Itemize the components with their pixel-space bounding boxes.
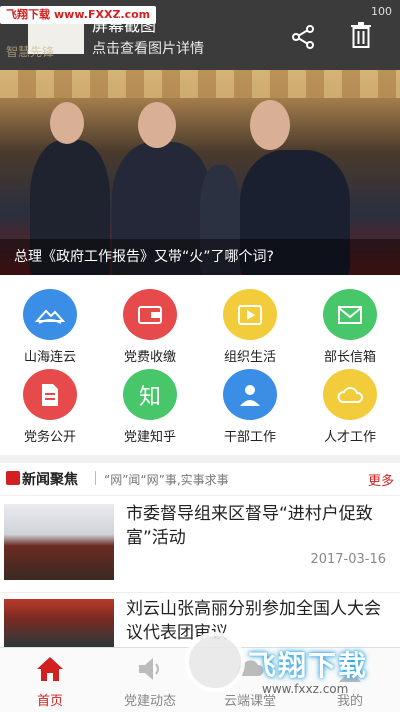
- grid-item-label: 部长信箱: [323, 350, 376, 365]
- hero-caption: 总理《政府工作报告》又带“火”了哪个词?: [0, 239, 400, 275]
- news-date: 2017-03-16: [310, 552, 386, 567]
- home-icon: [37, 657, 63, 681]
- speaker-icon: [139, 658, 159, 680]
- cloud-icon: [323, 369, 377, 420]
- grid-item-mailbox[interactable]: 部长信箱: [300, 285, 400, 365]
- section-divider: [0, 455, 400, 463]
- hero-banner[interactable]: 总理《政府工作报告》又带“火”了哪个词?: [0, 70, 400, 275]
- grid-item-label: 党建知乎: [123, 430, 176, 445]
- grid-item-label: 干部工作: [223, 430, 276, 445]
- grid-item-label: 党费收缴: [123, 350, 176, 365]
- news-headline: 市委督导组来区督导“进村户促致富”活动: [126, 504, 373, 548]
- wallet-icon: [123, 289, 177, 340]
- mountain-icon: [23, 289, 77, 340]
- play-icon: [223, 289, 277, 340]
- share-icon[interactable]: [290, 24, 316, 50]
- grid-item-dues[interactable]: 党费收缴: [100, 285, 200, 365]
- hero-figure-head: [250, 100, 290, 150]
- grid-item-zhihu[interactable]: 知 党建知乎: [100, 365, 200, 445]
- grid-item-shanhai[interactable]: 山海连云: [0, 285, 100, 365]
- notification-subtitle[interactable]: 点击查看图片详情: [92, 38, 204, 58]
- status-battery: 100: [371, 5, 392, 18]
- grid-item-label: 人才工作: [323, 430, 376, 445]
- news-title: 新闻聚焦: [22, 472, 78, 488]
- grid-item-cadre[interactable]: 干部工作: [200, 365, 300, 445]
- news-icon: [6, 471, 20, 485]
- app-logo-text: 智慧先锋: [6, 45, 55, 59]
- grid-item-label: 组织生活: [223, 350, 276, 365]
- news-thumbnail: [4, 599, 114, 648]
- user-icon: [223, 369, 277, 420]
- hero-figure-head: [50, 102, 84, 144]
- news-separator: [95, 471, 96, 485]
- screenshot-topbar[interactable]: 飞翔下载 www.FXXZ.com 智慧先锋 屏幕截图 点击查看图片详情 100: [0, 0, 400, 70]
- hero-ceiling: [0, 70, 400, 98]
- trash-icon[interactable]: [350, 22, 372, 48]
- news-slogan: “网”闻“网”事,实事求事: [104, 473, 229, 487]
- news-more-link[interactable]: 更多: [368, 470, 394, 489]
- grid-item-label: 山海连云: [23, 350, 76, 365]
- watermark-brand: 飞翔下载: [248, 649, 369, 682]
- zhihu-icon: 知: [123, 369, 177, 420]
- hero-figure-head: [138, 102, 176, 148]
- grid-item-talent[interactable]: 人才工作: [300, 365, 400, 445]
- document-icon: [23, 369, 77, 420]
- function-grid: 山海连云 党费收缴 组织生活 部长信箱 党务公开 知 党建知乎 干部工作 人才工…: [0, 285, 400, 450]
- watermark-text: 飞翔下载: [6, 8, 50, 21]
- news-header: 新闻聚焦 “网”闻“网”事,实事求事 更多: [0, 463, 400, 493]
- watermark-url: www.fxxz.com: [262, 682, 349, 696]
- nav-label: 首页: [36, 694, 63, 709]
- nav-label: 党建动态: [123, 694, 176, 709]
- grid-item-affairs[interactable]: 党务公开: [0, 365, 100, 445]
- grid-item-org-life[interactable]: 组织生活: [200, 285, 300, 365]
- watermark-logo-icon: [185, 632, 245, 692]
- news-thumbnail: [4, 504, 114, 580]
- nav-home[interactable]: 首页: [0, 648, 100, 712]
- grid-item-label: 党务公开: [23, 430, 76, 445]
- news-headline: 刘云山张高丽分别参加全国人大会议代表团审议: [126, 599, 381, 643]
- news-item[interactable]: 市委督导组来区督导“进村户促致富”活动 2017-03-16: [0, 495, 400, 590]
- notification-title: 屏幕截图: [92, 16, 157, 35]
- mail-icon: [323, 289, 377, 340]
